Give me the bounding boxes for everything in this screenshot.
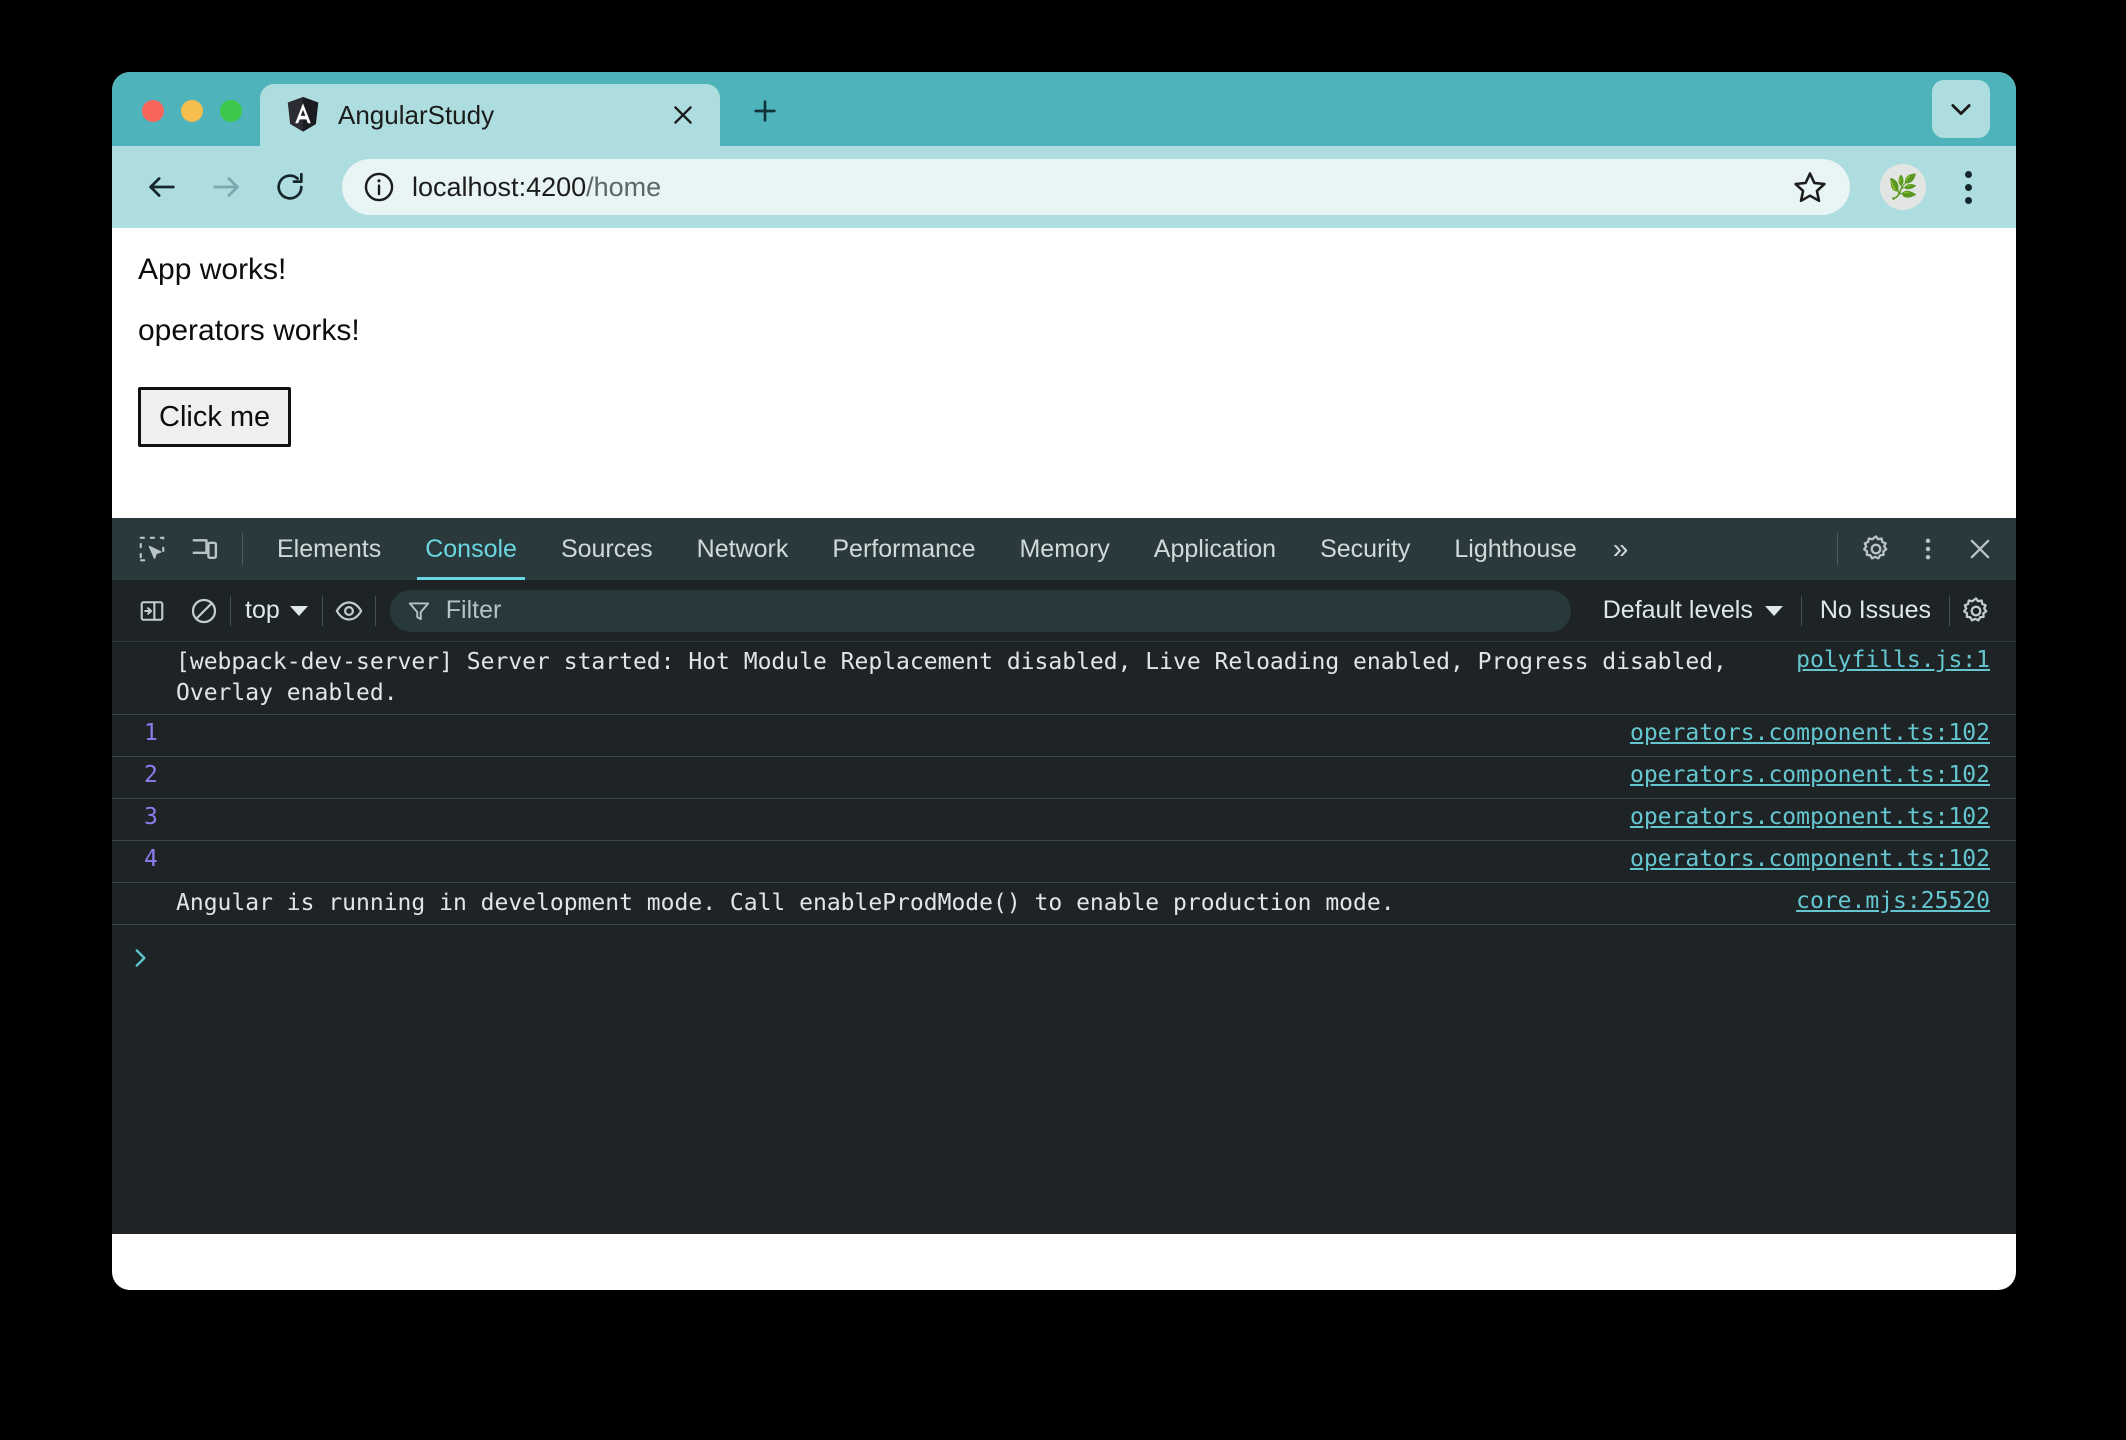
console-message-number: 1 xyxy=(144,719,158,746)
console-message-number: 3 xyxy=(144,803,158,830)
browser-window: AngularStudy localhost:4200/home 🌿 App w… xyxy=(112,72,2016,1290)
close-tab-button[interactable] xyxy=(666,98,700,132)
console-message-source-link[interactable]: core.mjs:25520 xyxy=(1768,888,1990,914)
console-message-source-link[interactable]: operators.component.ts:102 xyxy=(1602,846,1990,872)
tab-search-button[interactable] xyxy=(1932,80,1990,138)
console-message-list[interactable]: [webpack-dev-server] Server started: Hot… xyxy=(112,642,2016,1234)
address-bar[interactable]: localhost:4200/home xyxy=(342,159,1850,215)
tab-application[interactable]: Application xyxy=(1132,518,1298,580)
console-message-source-link[interactable]: operators.component.ts:102 xyxy=(1602,762,1990,788)
console-log-levels-dropdown[interactable]: Default levels xyxy=(1585,596,1801,625)
console-message-row[interactable]: 2 operators.component.ts:102 xyxy=(112,757,2016,799)
toolbar-divider xyxy=(1837,533,1838,565)
console-issues-status[interactable]: No Issues xyxy=(1802,596,1949,625)
toolbar-divider xyxy=(374,595,376,626)
console-message-text: Angular is running in development mode. … xyxy=(176,889,1395,916)
browser-toolbar: localhost:4200/home 🌿 xyxy=(112,146,2016,228)
chevron-down-icon xyxy=(1764,605,1783,616)
console-message-source-link[interactable]: operators.component.ts:102 xyxy=(1602,804,1990,830)
chevron-down-icon xyxy=(289,605,308,616)
console-message-number: 4 xyxy=(144,845,158,872)
more-tabs-icon[interactable]: » xyxy=(1599,518,1641,580)
devtools-more-options-icon[interactable] xyxy=(1902,523,1954,575)
live-expression-eye-icon[interactable] xyxy=(323,587,375,635)
url-path: /home xyxy=(586,171,662,202)
page-viewport: App works! operators works! Click me xyxy=(112,228,2016,518)
new-tab-button[interactable] xyxy=(738,84,792,138)
tab-security[interactable]: Security xyxy=(1298,518,1432,580)
console-sidebar-toggle-icon[interactable] xyxy=(126,587,178,635)
chevron-down-icon xyxy=(1951,104,1971,116)
toolbar-divider xyxy=(242,533,243,565)
device-toolbar-icon[interactable] xyxy=(178,523,230,575)
console-message-row[interactable]: [webpack-dev-server] Server started: Hot… xyxy=(112,642,2016,715)
console-filter-placeholder: Filter xyxy=(445,596,502,624)
console-settings-gear-icon[interactable] xyxy=(1950,587,2002,635)
devtools-close-icon[interactable] xyxy=(1954,523,2006,575)
devtools-tab-list: Elements Console Sources Network Perform… xyxy=(255,518,1640,580)
screen: AngularStudy localhost:4200/home 🌿 App w… xyxy=(0,0,2126,1440)
console-message-row[interactable]: 4 operators.component.ts:102 xyxy=(112,841,2016,883)
console-prompt-row[interactable] xyxy=(112,925,2016,981)
window-traffic-lights xyxy=(112,100,260,146)
tab-network[interactable]: Network xyxy=(675,518,811,580)
close-window-button[interactable] xyxy=(142,100,164,122)
kebab-dot xyxy=(1964,170,1972,178)
maximize-window-button[interactable] xyxy=(220,100,242,122)
console-message-row[interactable]: 1 operators.component.ts:102 xyxy=(112,715,2016,757)
tab-lighthouse[interactable]: Lighthouse xyxy=(1432,518,1598,580)
console-toolbar: top Filter Default levels No Issues xyxy=(112,580,2016,642)
devtools-panel: Elements Console Sources Network Perform… xyxy=(112,518,2016,1234)
page-text-operators-works: operators works! xyxy=(138,314,360,348)
tab-console[interactable]: Console xyxy=(403,518,539,580)
browser-tab-strip: AngularStudy xyxy=(112,72,2016,146)
console-message-text: [webpack-dev-server] Server started: Hot… xyxy=(176,649,1727,706)
console-log-levels-label: Default levels xyxy=(1602,596,1753,624)
devtools-settings-gear-icon[interactable] xyxy=(1850,523,1902,575)
tab-performance[interactable]: Performance xyxy=(810,518,997,580)
kebab-dot xyxy=(1964,196,1972,204)
back-button[interactable] xyxy=(134,159,190,215)
angular-logo-icon xyxy=(287,97,319,132)
kebab-dot xyxy=(1964,183,1972,191)
console-message-row[interactable]: 3 operators.component.ts:102 xyxy=(112,799,2016,841)
console-message-number: 2 xyxy=(144,761,158,788)
devtools-tab-bar: Elements Console Sources Network Perform… xyxy=(112,518,2016,580)
browser-menu-button[interactable] xyxy=(1946,163,1990,211)
reload-icon xyxy=(277,172,303,200)
bookmark-star-icon[interactable] xyxy=(1792,169,1828,205)
reload-button[interactable] xyxy=(262,159,318,215)
click-me-button[interactable]: Click me xyxy=(138,386,292,448)
arrow-right-icon xyxy=(213,177,239,197)
browser-tab-angularstudy[interactable]: AngularStudy xyxy=(260,84,720,146)
tab-memory[interactable]: Memory xyxy=(997,518,1131,580)
arrow-left-icon xyxy=(149,177,175,197)
url-host: localhost:4200 xyxy=(412,171,587,202)
console-message-source-link[interactable]: operators.component.ts:102 xyxy=(1602,720,1990,746)
browser-tab-title: AngularStudy xyxy=(338,99,495,130)
tab-sources[interactable]: Sources xyxy=(539,518,675,580)
profile-avatar[interactable]: 🌿 xyxy=(1880,164,1926,210)
console-context-label: top xyxy=(245,596,280,624)
page-text-app-works: App works! xyxy=(138,253,287,286)
forward-button[interactable] xyxy=(198,159,254,215)
tab-elements[interactable]: Elements xyxy=(255,518,403,580)
clear-console-icon[interactable] xyxy=(178,587,230,635)
filter-icon xyxy=(408,601,429,620)
site-info-icon[interactable] xyxy=(362,170,396,204)
console-message-source-link[interactable]: polyfills.js:1 xyxy=(1768,647,1990,673)
minimize-window-button[interactable] xyxy=(181,100,203,122)
console-context-selector[interactable]: top xyxy=(231,596,322,625)
console-prompt-chevron-icon xyxy=(112,945,168,971)
inspect-element-icon[interactable] xyxy=(126,523,178,575)
console-filter-input[interactable]: Filter xyxy=(389,589,1571,632)
console-message-row[interactable]: Angular is running in development mode. … xyxy=(112,883,2016,925)
address-bar-url[interactable]: localhost:4200/home xyxy=(412,172,1776,203)
